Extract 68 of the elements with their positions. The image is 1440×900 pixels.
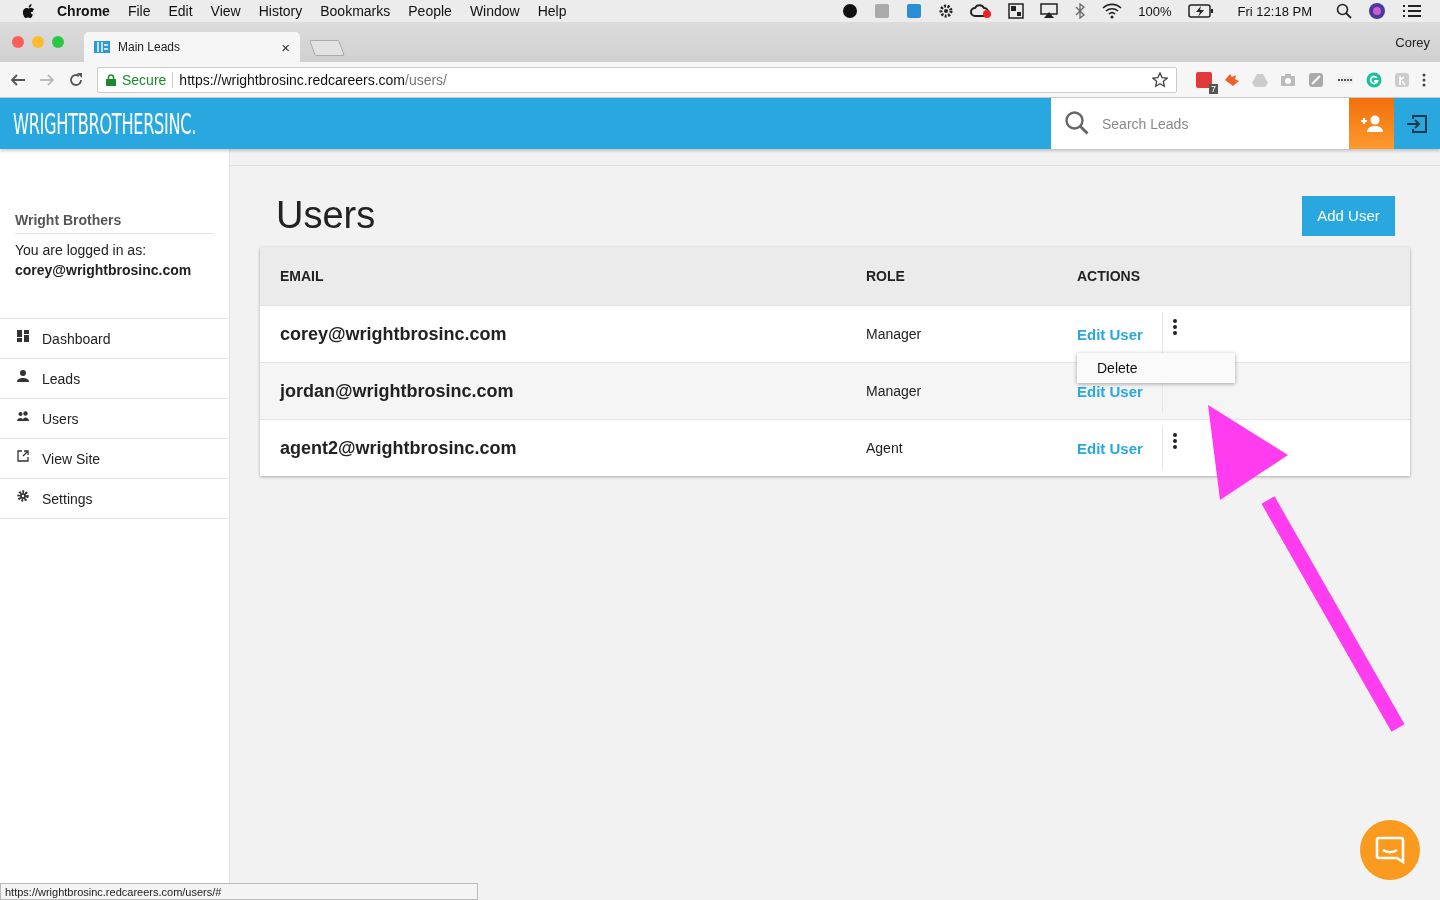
lock-icon — [106, 73, 116, 86]
more-options-icon[interactable] — [1171, 318, 1178, 336]
more-options-icon[interactable] — [1171, 432, 1178, 450]
table-cell-text: jordan@wrightbrosinc.com — [278, 380, 515, 402]
menu-clock[interactable]: Fri 12:18 PM — [1237, 3, 1312, 19]
apple-icon[interactable] — [22, 3, 35, 19]
status-icon[interactable] — [842, 3, 859, 19]
menu-app-name[interactable]: Chrome — [57, 3, 110, 19]
sidebar-item[interactable]: Dashboard — [0, 318, 229, 358]
login-email: corey@wrightbrosinc.com — [15, 261, 193, 280]
column-header: EMAIL — [279, 268, 325, 284]
more-icon[interactable] — [1422, 72, 1426, 87]
logout-button[interactable] — [1394, 98, 1440, 149]
sidebar-item[interactable]: Settings — [0, 478, 229, 519]
sidebar-item[interactable]: Users — [0, 398, 229, 438]
column-header: ACTIONS — [1077, 268, 1141, 284]
reload-icon[interactable] — [68, 71, 84, 88]
wifi-icon[interactable] — [1102, 3, 1123, 19]
menu-item[interactable]: File — [127, 3, 151, 19]
search-icon — [1064, 110, 1090, 136]
search-field[interactable]: Search Leads — [1051, 98, 1349, 149]
sidebar-item[interactable]: Leads — [0, 358, 229, 398]
menu-item[interactable]: People — [408, 3, 452, 19]
menu-item[interactable]: Window — [469, 3, 520, 19]
bluetooth-icon[interactable] — [1074, 3, 1087, 19]
add-person-icon — [1359, 114, 1384, 133]
company-name: Wright Brothers — [15, 212, 214, 234]
table-cell-text: Agent — [866, 440, 904, 456]
battery-icon[interactable] — [1187, 4, 1214, 18]
tab-close-button[interactable]: × — [281, 38, 290, 56]
login-label: You are logged in as: — [15, 241, 148, 260]
external-link-icon — [17, 449, 29, 462]
table-cell-text: Manager — [866, 326, 923, 342]
menu-item[interactable]: History — [258, 3, 303, 19]
table-cell-text: corey@wrightbrosinc.com — [279, 323, 508, 345]
status-icon[interactable] — [1008, 3, 1025, 19]
gear-icon[interactable] — [938, 3, 955, 19]
back-icon[interactable] — [10, 71, 26, 88]
status-url: https://wrightbrosinc.redcareers.com/users/# — [0, 883, 478, 900]
dashboard-icon — [17, 329, 29, 342]
menu-item[interactable]: Delete — [1077, 353, 1235, 383]
search-icon[interactable] — [1336, 3, 1352, 19]
menu-item[interactable]: Help — [537, 3, 567, 19]
browser-tab[interactable]: Main Leads × — [84, 32, 300, 62]
star-icon[interactable] — [1152, 71, 1168, 88]
cloud-icon[interactable] — [970, 3, 993, 19]
chat-icon — [1375, 836, 1405, 864]
menu-item[interactable]: View — [210, 3, 241, 19]
person-icon — [17, 369, 29, 382]
book-icon — [94, 40, 110, 54]
profile-name[interactable]: Corey — [1395, 34, 1430, 50]
table-cell-text: agent2@wrightbrosinc.com — [279, 437, 518, 459]
address-field[interactable]: Secure https://wrightbrosinc.redcareers.com/users/ — [97, 66, 1177, 93]
gear-icon — [17, 489, 29, 502]
battery-percent: 100% — [1138, 3, 1172, 19]
sidebar-item[interactable]: View Site — [0, 438, 229, 478]
menu-item[interactable]: Bookmarks — [320, 3, 391, 19]
exit-icon — [1406, 113, 1428, 134]
extension-badge: 7 — [1209, 83, 1218, 94]
people-icon — [17, 409, 29, 422]
add-person-button[interactable] — [1349, 98, 1394, 149]
airplay-icon[interactable] — [1040, 3, 1059, 19]
siri-icon[interactable] — [1368, 2, 1386, 20]
column-header: ROLE — [866, 268, 906, 284]
list-icon[interactable] — [1402, 4, 1422, 18]
page-title: Users — [276, 194, 376, 237]
menu-item[interactable]: Edit — [168, 3, 193, 19]
table-cell-text: Manager — [866, 383, 923, 399]
